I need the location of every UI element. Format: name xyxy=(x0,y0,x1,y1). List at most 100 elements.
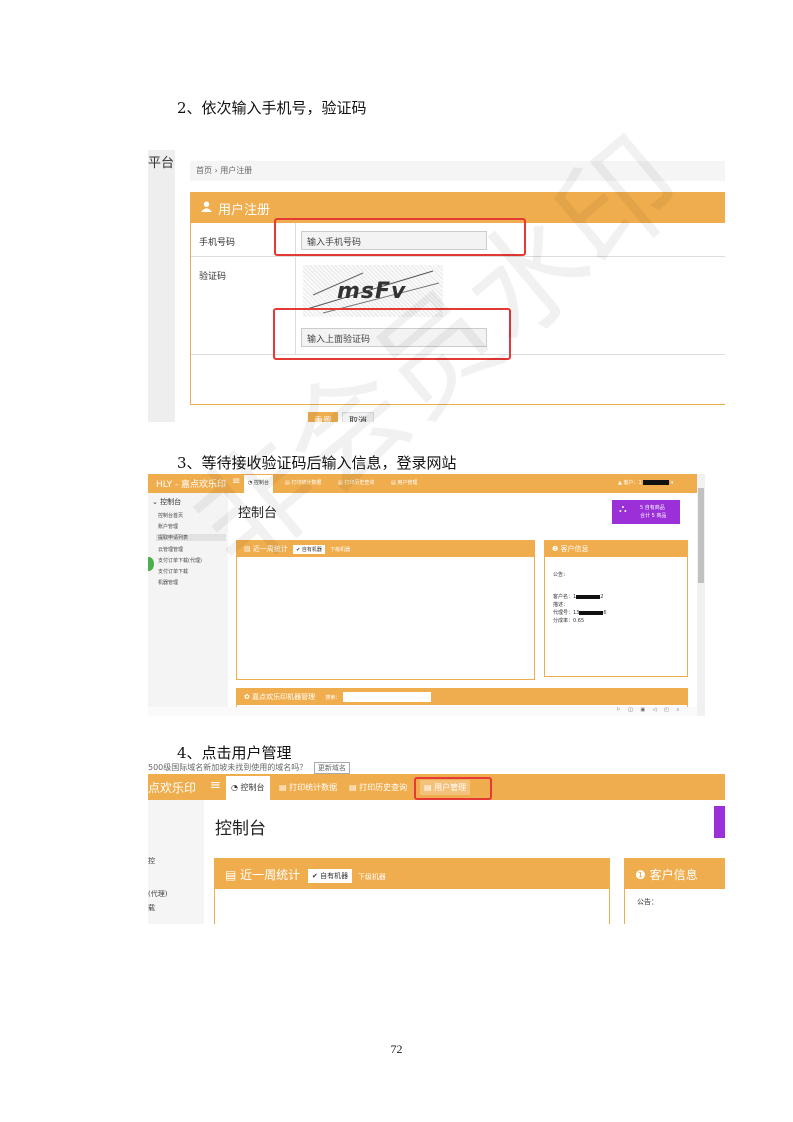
breadcrumb[interactable]: 首页 › 用户注册 xyxy=(190,161,725,181)
redaction xyxy=(576,594,601,599)
page-title: 控制台 xyxy=(215,819,266,839)
sidebar-item-order-agent[interactable]: 支付订单下载(代理) xyxy=(158,557,202,564)
customer-card: ❶ 客户信息 公告： 客户名：1 2 描述： 代理号：13 6 分成率：0.65 xyxy=(544,540,688,677)
sub-machines-link[interactable]: 下级机器 xyxy=(330,547,350,553)
nav-print-stats-label: 打印统计数据 xyxy=(291,480,322,486)
stats-title: 近一周统计 xyxy=(252,545,288,553)
status-bar-icons: ⚐ ◫ ▣ ◁ ◰ ⌕ xyxy=(148,707,697,716)
info-icon: ❶ xyxy=(552,545,561,553)
chart-icon: ▤ xyxy=(244,545,253,553)
info-icon: ❶ xyxy=(635,868,650,882)
chevron-down-icon: ▾ xyxy=(670,480,674,486)
sidebar-item-home[interactable]: 控制台首页 xyxy=(158,512,183,519)
sitemap-icon: ⛬ xyxy=(619,502,627,515)
phone-label: 手机号码 xyxy=(199,238,236,248)
dashboard-icon: ◔ xyxy=(231,783,241,792)
sidebar-item-cloud[interactable]: 云管理管理 xyxy=(158,546,183,553)
sidebar: ⌄ 控制台 控制台首页 账户管理 提取申请列表 云管理管理 支付订单下载(代理)… xyxy=(148,493,228,716)
sidebar-item-withdraw[interactable]: 提取申请列表 xyxy=(156,534,226,541)
sidebar: 控 (代理) 载 xyxy=(148,800,204,924)
floating-widget-icon[interactable] xyxy=(148,557,154,571)
machine-mgmt-title: 嘉点欢乐印机器管理 xyxy=(252,693,316,701)
url-bar: 500级国际域名新加坡未找到使用的域名吗？ 更新域名 xyxy=(148,762,725,774)
search-label: 搜索： xyxy=(325,695,341,701)
reset-button[interactable]: 重置 xyxy=(308,412,338,422)
chart-icon: ▤ xyxy=(279,783,290,792)
nav-dashboard-label: 控制台 xyxy=(253,480,269,486)
page-number: 72 xyxy=(390,1042,403,1056)
sidebar-item-partial-3[interactable]: 载 xyxy=(148,903,155,913)
sidebar-head[interactable]: ⌄ 控制台 xyxy=(152,497,181,507)
scrollbar[interactable] xyxy=(697,474,705,716)
nav-user-management[interactable]: ▤ 用户管理 xyxy=(391,479,417,486)
nav-dashboard[interactable]: ◔ 控制台 xyxy=(244,475,273,493)
sidebar-item-order[interactable]: 支付订单下载 xyxy=(158,568,188,575)
customer-name-line: 客户名：1 2 xyxy=(553,593,603,600)
cancel-button[interactable]: 取消 xyxy=(342,412,374,422)
check-icon: ✔ xyxy=(312,871,321,880)
own-machines-toggle[interactable]: ✔ 自有机器 xyxy=(308,868,353,883)
platform-text: 平台 xyxy=(148,156,175,171)
stats-title: 近一周统计 xyxy=(240,868,301,882)
product-summary-button[interactable] xyxy=(714,806,725,838)
nav-print-history-label: 打印历史查询 xyxy=(359,783,408,792)
own-machines-toggle[interactable]: ✔ 自有机器 xyxy=(293,545,325,554)
page-title: 控制台 xyxy=(238,506,278,521)
nav-print-stats[interactable]: ▤ 打印统计数据 xyxy=(285,479,321,486)
customer-name-tail: 2 xyxy=(600,594,604,600)
agent-no: 代理号：13 xyxy=(553,610,580,616)
notice-label: 公告： xyxy=(553,572,569,578)
product-line-1: 5 自有商品 xyxy=(640,505,665,511)
stats-card: ▤ 近一周统计 ✔ 自有机器 下级机器 xyxy=(214,858,610,924)
step-4-heading: 4、点击用户管理 xyxy=(177,744,292,762)
description-line: 描述： xyxy=(553,602,569,608)
url-text: 500级国际域名新加坡未找到使用的域名吗？ xyxy=(148,763,308,772)
nav-print-stats[interactable]: ▤ 打印统计数据 xyxy=(279,782,337,793)
menu-icon[interactable]: ≡ xyxy=(232,476,240,487)
sub-machines-link[interactable]: 下级机器 xyxy=(358,873,386,881)
dashboard-screenshot: HLY - 嘉点欢乐印 ≡ ◔ 控制台 ▤ 打印统计数据 ▤ 打印历史查询 ▤ … xyxy=(148,474,705,716)
own-machines-label: 自有机器 xyxy=(301,547,322,553)
search-input[interactable] xyxy=(343,692,432,702)
update-domain-button[interactable]: 更新域名 xyxy=(313,762,350,774)
sidebar-item-machines[interactable]: 机器管理 xyxy=(158,579,178,586)
panel-title: 用户注册 xyxy=(218,202,271,218)
customer-title: 客户信息 xyxy=(649,868,698,882)
highlight-phone xyxy=(274,218,526,256)
user-menu[interactable]: ▲ 客户：1 ▾ xyxy=(618,479,673,486)
chart-icon: ▤ xyxy=(349,783,360,792)
brand[interactable]: 点欢乐印 xyxy=(148,779,196,796)
step-3-heading: 3、等待接收验证码后输入信息，登录网站 xyxy=(177,454,457,472)
highlight-captcha xyxy=(273,308,511,360)
user-icon xyxy=(201,200,212,216)
user-chip-text: 客户：1 xyxy=(623,480,642,486)
agent-no-tail: 6 xyxy=(603,610,607,616)
sidebar-item-partial-1[interactable]: 控 xyxy=(148,856,155,866)
sidebar-item-partial-2[interactable]: (代理) xyxy=(148,889,167,899)
sidebar-item-account[interactable]: 账户管理 xyxy=(158,523,178,530)
notice-label: 公告： xyxy=(637,898,658,906)
topbar: HLY - 嘉点欢乐印 ≡ ◔ 控制台 ▤ 打印统计数据 ▤ 打印历史查询 ▤ … xyxy=(148,474,705,493)
nav-print-history-label: 打印历史查询 xyxy=(344,480,375,486)
nav-print-history[interactable]: ▤ 打印历史查询 xyxy=(338,479,374,486)
nav-dashboard[interactable]: ◔ 控制台 xyxy=(226,776,270,800)
left-strip xyxy=(148,150,175,422)
brand[interactable]: HLY - 嘉点欢乐印 xyxy=(156,477,226,490)
stats-card-header: ▤ 近一周统计 ✔ 自有机器 下级机器 xyxy=(237,541,534,557)
step-2-heading: 2、依次输入手机号，验证码 xyxy=(177,99,367,117)
redaction xyxy=(579,610,604,615)
product-summary-button[interactable]: ⛬ 5 自有商品 合计 5 商品 xyxy=(612,500,680,524)
agent-line: 代理号：13 6 xyxy=(553,609,607,616)
scroll-thumb[interactable] xyxy=(698,488,704,583)
chart-icon: ▤ xyxy=(225,868,241,882)
registration-screenshot: 平台 首页 › 用户注册 用户注册 手机号码 输入手机号码 验证码 msFv 输… xyxy=(148,150,725,422)
commission-line: 分成率：0.65 xyxy=(553,618,585,624)
menu-icon[interactable]: ≡ xyxy=(210,778,221,793)
customer-title: 客户信息 xyxy=(560,545,589,553)
nav-print-history[interactable]: ▤ 打印历史查询 xyxy=(349,782,407,793)
captcha-text: msFv xyxy=(337,279,407,304)
sidebar-head-label: 控制台 xyxy=(160,498,182,506)
nav-dashboard-label: 控制台 xyxy=(240,783,265,792)
customer-card: ❶ 客户信息 公告： xyxy=(624,858,725,924)
customer-card-header: ❶ 客户信息 xyxy=(625,859,725,889)
